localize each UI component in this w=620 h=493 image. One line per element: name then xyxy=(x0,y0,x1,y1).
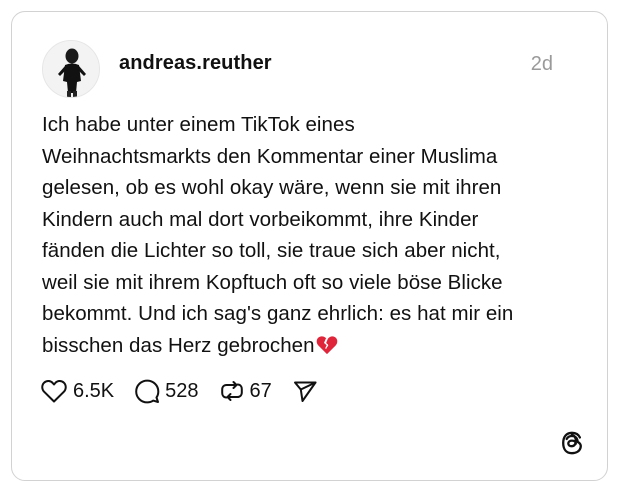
broken-heart-emoji xyxy=(316,335,337,354)
share-button[interactable] xyxy=(292,378,318,404)
username[interactable]: andreas.reuther xyxy=(119,52,272,75)
post-text: Ich habe unter einem TikTok eines Weihna… xyxy=(42,113,514,357)
avatar[interactable] xyxy=(42,40,100,98)
reply-count: 528 xyxy=(165,379,199,402)
action-bar: 6.5K 528 67 xyxy=(40,377,338,405)
heart-icon xyxy=(41,380,67,403)
like-count: 6.5K xyxy=(73,379,115,402)
reply-button[interactable]: 528 xyxy=(134,378,199,404)
avatar-photo xyxy=(43,41,99,97)
post-body: Ich habe unter einem TikTok eines Weihna… xyxy=(42,109,587,361)
threads-logo-icon[interactable] xyxy=(559,430,585,456)
comment-bubble-icon xyxy=(135,379,160,404)
repost-button[interactable]: 67 xyxy=(219,378,272,404)
like-button[interactable]: 6.5K xyxy=(40,378,114,404)
repost-count: 67 xyxy=(249,379,272,402)
repost-icon xyxy=(220,381,243,401)
send-icon xyxy=(293,381,317,402)
post-card: andreas.reuther 2d Ich habe unter einem … xyxy=(11,11,608,481)
post-timestamp: 2d xyxy=(530,53,553,75)
